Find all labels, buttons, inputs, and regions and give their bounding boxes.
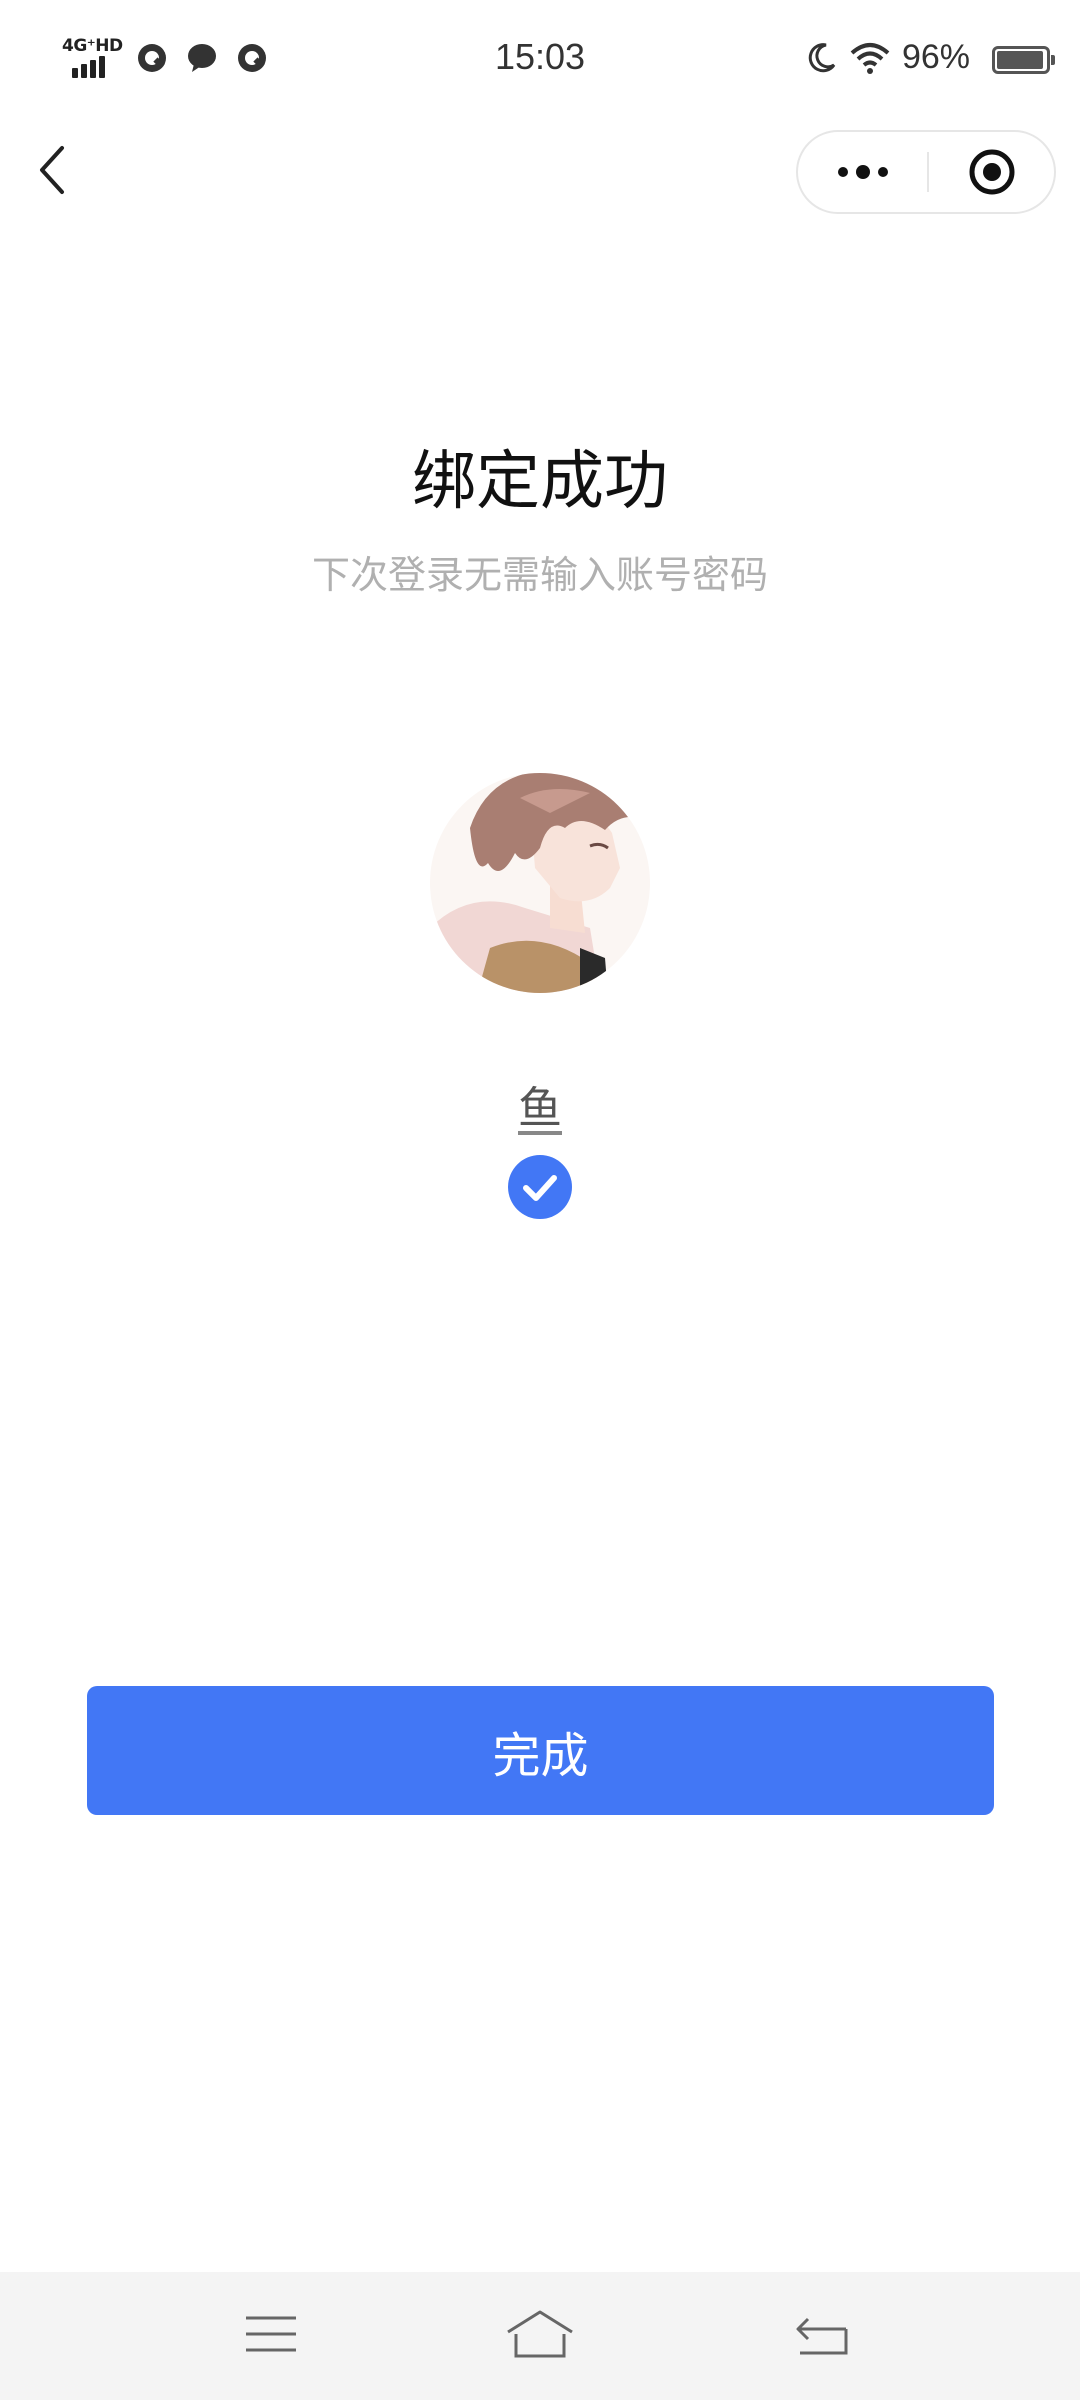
system-back-button[interactable] [782,2302,862,2366]
more-dots-icon [837,165,888,179]
moon-icon [808,42,836,72]
close-target-icon [969,149,1014,195]
menu-icon [246,2316,296,2352]
back-button[interactable] [22,140,82,200]
page-subtitle: 下次登录无需输入账号密码 [311,553,768,597]
battery-percent: 96% [901,38,970,76]
menu-button[interactable] [231,2302,311,2366]
system-navigation-bar [0,2272,1080,2400]
close-button[interactable] [929,132,1054,212]
page-title: 绑定成功 [412,445,668,519]
wifi-icon [850,42,890,74]
status-bar-right: 96% [804,38,970,77]
status-bar: 4G⁺HD 15:03 96% [0,0,1080,120]
back-return-icon [796,2317,848,2355]
more-button[interactable] [798,132,927,212]
chevron-left-icon [40,146,64,194]
battery-level [997,51,1043,69]
username: 鱼 [518,1083,562,1134]
check-circle-icon [508,1155,572,1219]
battery-icon [992,46,1055,74]
done-button[interactable]: 完成 [87,1686,994,1815]
avatar [430,773,650,993]
home-button[interactable] [500,2302,580,2366]
home-icon [507,2310,573,2358]
mini-program-capsule [796,130,1056,214]
